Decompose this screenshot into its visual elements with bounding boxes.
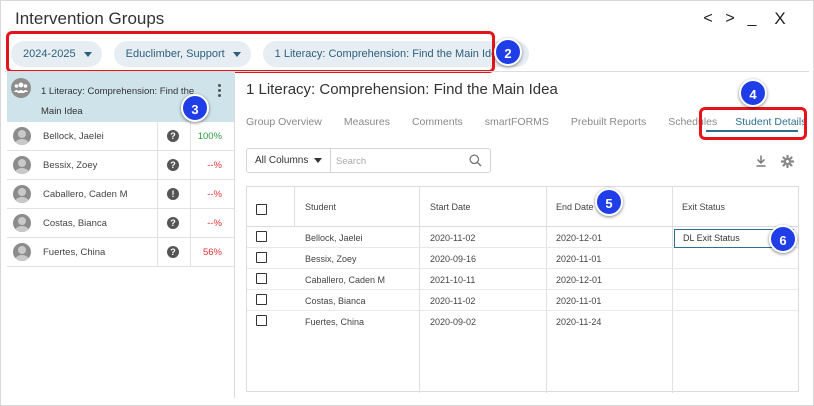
student-name: Costas, Bianca bbox=[43, 217, 107, 229]
row-checkbox[interactable] bbox=[256, 252, 267, 263]
previous-button[interactable]: < bbox=[697, 9, 719, 29]
student-list-item[interactable]: Bellock, Jaelei ? 100% bbox=[7, 122, 234, 151]
student-details-table: Student Start Date End Date Exit Status … bbox=[246, 186, 799, 393]
table-row: Fuertes, China 2020-09-02 2020-11-24 bbox=[247, 311, 798, 332]
group-icon bbox=[11, 78, 31, 98]
select-all-checkbox[interactable] bbox=[256, 204, 267, 215]
start-date-cell: 2020-09-02 bbox=[430, 317, 477, 327]
row-checkbox[interactable] bbox=[256, 273, 267, 284]
tab-highlight-box bbox=[699, 107, 807, 140]
end-date-cell: 2020-12-01 bbox=[556, 275, 603, 285]
column-header-student[interactable]: Student bbox=[305, 202, 336, 212]
start-date-cell: 2021-10-11 bbox=[430, 275, 476, 285]
callout-3: 3 bbox=[181, 94, 209, 122]
student-cell: Caballero, Caden M bbox=[305, 275, 386, 285]
callout-2: 2 bbox=[494, 38, 522, 66]
alert-icon[interactable]: ! bbox=[167, 188, 179, 200]
start-date-cell: 2020-11-02 bbox=[430, 296, 476, 306]
tab-prebuilt-reports[interactable]: Prebuilt Reports bbox=[571, 116, 646, 128]
student-name: Caballero, Caden M bbox=[43, 188, 128, 200]
tab-comments[interactable]: Comments bbox=[412, 116, 463, 128]
row-checkbox[interactable] bbox=[256, 231, 267, 242]
student-cell: Bessix, Zoey bbox=[305, 254, 357, 264]
end-date-cell: 2020-11-01 bbox=[556, 254, 602, 264]
callout-5: 5 bbox=[595, 188, 623, 216]
avatar bbox=[13, 243, 31, 261]
avatar bbox=[13, 214, 31, 232]
page-title: 1 Literacy: Comprehension: Find the Main… bbox=[246, 81, 558, 98]
search-input[interactable] bbox=[336, 153, 456, 169]
table-header: Student Start Date End Date Exit Status bbox=[247, 187, 798, 227]
end-date-cell: 2020-12-01 bbox=[556, 233, 603, 243]
student-cell: Bellock, Jaelei bbox=[305, 233, 363, 243]
group-name: 1 Literacy: Comprehension: Find the Main… bbox=[41, 86, 195, 117]
student-name: Bessix, Zoey bbox=[43, 159, 98, 171]
column-select-label: All Columns bbox=[255, 155, 309, 166]
student-name: Bellock, Jaelei bbox=[43, 130, 104, 142]
column-header-exit-status[interactable]: Exit Status bbox=[682, 202, 725, 212]
callout-4: 4 bbox=[739, 79, 767, 107]
download-icon[interactable] bbox=[755, 155, 767, 167]
gear-icon[interactable] bbox=[781, 155, 794, 168]
progress-percent: 56% bbox=[202, 246, 222, 258]
avatar bbox=[13, 127, 31, 145]
help-icon[interactable]: ? bbox=[167, 217, 179, 229]
help-icon[interactable]: ? bbox=[167, 246, 179, 258]
intervention-groups-window: Intervention Groups < > _ X 2024-2025 Ed… bbox=[0, 0, 814, 406]
avatar bbox=[13, 185, 31, 203]
search-icon[interactable] bbox=[469, 154, 482, 167]
progress-percent: --% bbox=[207, 188, 222, 200]
start-date-cell: 2020-11-02 bbox=[430, 233, 476, 243]
student-list-item[interactable]: Fuertes, China ? 56% bbox=[7, 238, 234, 267]
student-cell: Costas, Bianca bbox=[305, 296, 366, 306]
progress-percent: --% bbox=[207, 159, 222, 171]
avatar bbox=[13, 156, 31, 174]
column-header-start-date[interactable]: Start Date bbox=[430, 202, 471, 212]
chevron-down-icon bbox=[314, 158, 323, 163]
column-select[interactable]: All Columns bbox=[255, 155, 323, 166]
tab-measures[interactable]: Measures bbox=[344, 116, 390, 128]
student-list-item[interactable]: Caballero, Caden M ! --% bbox=[7, 180, 234, 209]
callout-6: 6 bbox=[769, 225, 797, 253]
table-row: Bessix, Zoey 2020-09-16 2020-11-01 bbox=[247, 248, 798, 269]
tab-smartforms[interactable]: smartFORMS bbox=[485, 116, 549, 128]
end-date-cell: 2020-11-24 bbox=[556, 317, 602, 327]
group-list-panel: 1 Literacy: Comprehension: Find the Main… bbox=[7, 72, 235, 398]
next-button[interactable]: > bbox=[719, 9, 741, 29]
student-list-item[interactable]: Bessix, Zoey ? --% bbox=[7, 151, 234, 180]
student-name: Fuertes, China bbox=[43, 246, 106, 258]
more-options-icon[interactable] bbox=[216, 84, 222, 97]
tab-group-overview[interactable]: Group Overview bbox=[246, 116, 322, 128]
row-checkbox[interactable] bbox=[256, 315, 267, 326]
help-icon[interactable]: ? bbox=[167, 130, 179, 142]
close-button[interactable]: X bbox=[769, 9, 791, 29]
filter-highlight-box bbox=[6, 31, 495, 73]
progress-percent: 100% bbox=[197, 130, 222, 142]
student-list-item[interactable]: Costas, Bianca ? --% bbox=[7, 209, 234, 238]
table-row: Costas, Bianca 2020-11-02 2020-11-01 bbox=[247, 290, 798, 311]
table-row: Caballero, Caden M 2021-10-11 2020-12-01 bbox=[247, 269, 798, 290]
window-controls: < > _ X bbox=[697, 9, 791, 29]
student-cell: Fuertes, China bbox=[305, 317, 365, 327]
table-toolbar: All Columns bbox=[246, 148, 491, 173]
row-checkbox[interactable] bbox=[256, 294, 267, 305]
progress-percent: --% bbox=[207, 217, 222, 229]
end-date-cell: 2020-11-01 bbox=[556, 296, 602, 306]
start-date-cell: 2020-09-16 bbox=[430, 254, 477, 264]
help-icon[interactable]: ? bbox=[167, 159, 179, 171]
window-title: Intervention Groups bbox=[15, 9, 165, 28]
column-header-end-date[interactable]: End Date bbox=[556, 202, 594, 212]
minimize-button[interactable]: _ bbox=[741, 9, 763, 29]
